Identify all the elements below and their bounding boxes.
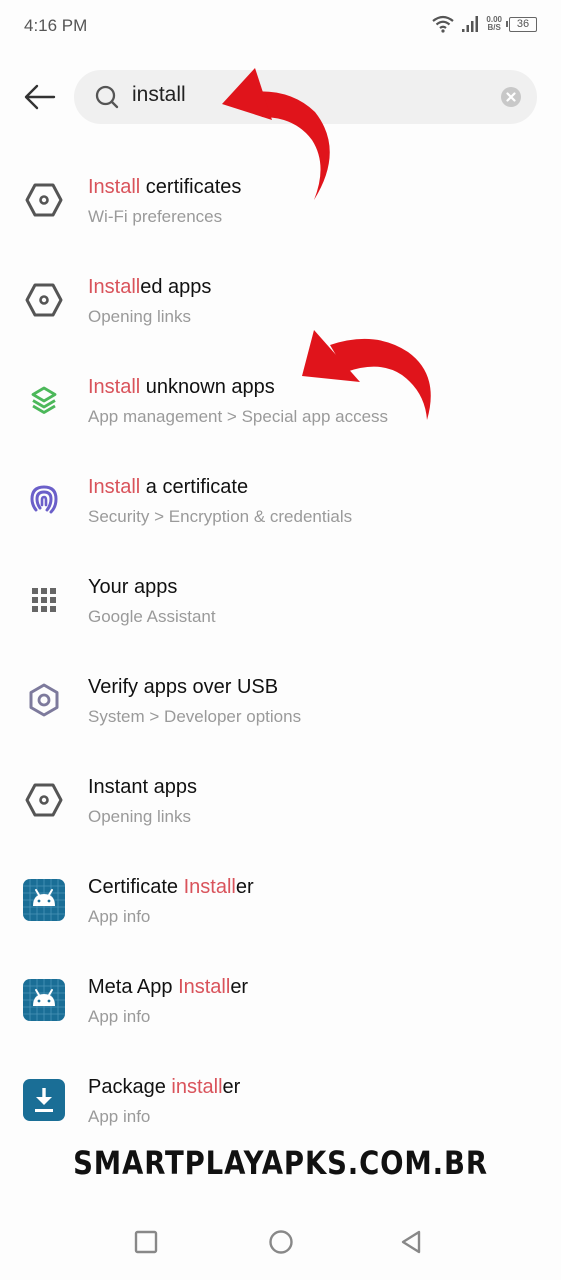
result-item-meta-app-installer[interactable]: Meta App Installer App info [0, 950, 561, 1050]
result-item-package-installer[interactable]: Package installer App info [0, 1050, 561, 1150]
hexagon-developer-icon [22, 678, 66, 722]
clear-icon [506, 92, 516, 102]
recents-button[interactable] [131, 1227, 161, 1257]
title-text: Instant apps [88, 776, 197, 798]
home-button[interactable] [266, 1227, 296, 1257]
title-text: ed apps [140, 276, 212, 298]
title-text: certificates [140, 176, 242, 198]
search-icon [95, 85, 119, 109]
result-subtitle: App info [88, 1107, 151, 1126]
clear-search-button[interactable] [501, 87, 521, 107]
search-row [0, 70, 561, 124]
result-subtitle: App info [88, 907, 151, 926]
net-speed: 0.00 B/S [486, 16, 502, 32]
arrow-left-icon [24, 84, 56, 110]
back-button[interactable] [22, 80, 58, 114]
title-highlight: Install [183, 876, 236, 898]
watermark: SMARTPLAYAPKS.COM.BR [73, 1144, 488, 1182]
home-circle-icon [269, 1230, 293, 1254]
download-app-icon [22, 1078, 66, 1122]
result-item-installed-apps[interactable]: Installed apps Opening links [0, 250, 561, 350]
android-app-icon [22, 878, 66, 922]
recents-square-icon [134, 1230, 158, 1254]
battery-icon: 36 [506, 16, 537, 32]
layers-icon [22, 378, 66, 422]
title-text: Your apps [88, 576, 178, 598]
back-triangle-icon [401, 1230, 421, 1254]
result-title: Install certificates [88, 176, 241, 199]
fingerprint-icon [22, 478, 66, 522]
result-title: Package installer [88, 1076, 240, 1099]
title-text: Package [88, 1076, 172, 1098]
title-text: unknown apps [140, 376, 275, 398]
result-subtitle: Google Assistant [88, 607, 216, 626]
hexagon-settings-icon [22, 778, 66, 822]
net-speed-unit: B/S [487, 23, 501, 32]
title-text: Certificate [88, 876, 184, 898]
status-icons: 0.00 B/S 36 [432, 15, 537, 33]
search-box[interactable] [74, 70, 537, 124]
title-highlight: Install [88, 376, 141, 398]
result-subtitle: System > Developer options [88, 707, 302, 726]
title-text: Meta App [88, 976, 179, 998]
result-title: Installed apps [88, 276, 211, 299]
title-text: a certificate [140, 476, 249, 498]
result-title: Meta App Installer [88, 976, 248, 999]
title-highlight: install [171, 1076, 223, 1098]
title-highlight: Install [178, 976, 231, 998]
hexagon-settings-icon [22, 278, 66, 322]
status-time: 4:16 PM [24, 16, 88, 35]
result-item-verify-apps-over-usb[interactable]: Verify apps over USB System > Developer … [0, 650, 561, 750]
result-item-install-a-certificate[interactable]: Install a certificate Security > Encrypt… [0, 450, 561, 550]
search-results-list: Install certificates Wi-Fi preferences I… [0, 150, 561, 1150]
result-title: Certificate Installer [88, 876, 254, 899]
result-title: Verify apps over USB [88, 676, 278, 699]
result-title: Your apps [88, 576, 177, 599]
battery-level: 36 [516, 17, 530, 30]
title-highlight: Install [88, 176, 141, 198]
title-highlight: Install [88, 476, 141, 498]
title-text: er [222, 1076, 241, 1098]
result-subtitle: Security > Encryption & credentials [88, 507, 353, 526]
title-text: er [230, 976, 249, 998]
navigation-bar [0, 1215, 561, 1271]
android-app-icon [22, 978, 66, 1022]
back-nav-button[interactable] [397, 1227, 427, 1257]
apps-grid-icon [22, 578, 66, 622]
result-item-your-apps[interactable]: Your apps Google Assistant [0, 550, 561, 650]
signal-icon [462, 16, 479, 32]
result-item-instant-apps[interactable]: Instant apps Opening links [0, 750, 561, 850]
result-subtitle: Wi-Fi preferences [88, 207, 223, 226]
title-text: Verify apps over USB [88, 676, 279, 698]
search-input[interactable] [132, 83, 472, 107]
result-item-certificate-installer[interactable]: Certificate Installer App info [0, 850, 561, 950]
title-highlight: Install [88, 276, 141, 298]
result-subtitle: Opening links [88, 307, 192, 326]
result-title: Install unknown apps [88, 376, 275, 399]
title-text: er [235, 876, 254, 898]
result-title: Install a certificate [88, 476, 248, 499]
result-item-install-unknown-apps[interactable]: Install unknown apps App management > Sp… [0, 350, 561, 450]
result-subtitle: App info [88, 1007, 151, 1026]
status-bar: 4:16 PM 0.00 B/S 36 [0, 0, 561, 54]
result-item-install-certificates[interactable]: Install certificates Wi-Fi preferences [0, 150, 561, 250]
wifi-icon [432, 15, 455, 33]
result-subtitle: App management > Special app access [88, 407, 389, 426]
hexagon-settings-icon [22, 178, 66, 222]
result-subtitle: Opening links [88, 807, 192, 826]
result-title: Instant apps [88, 776, 197, 799]
